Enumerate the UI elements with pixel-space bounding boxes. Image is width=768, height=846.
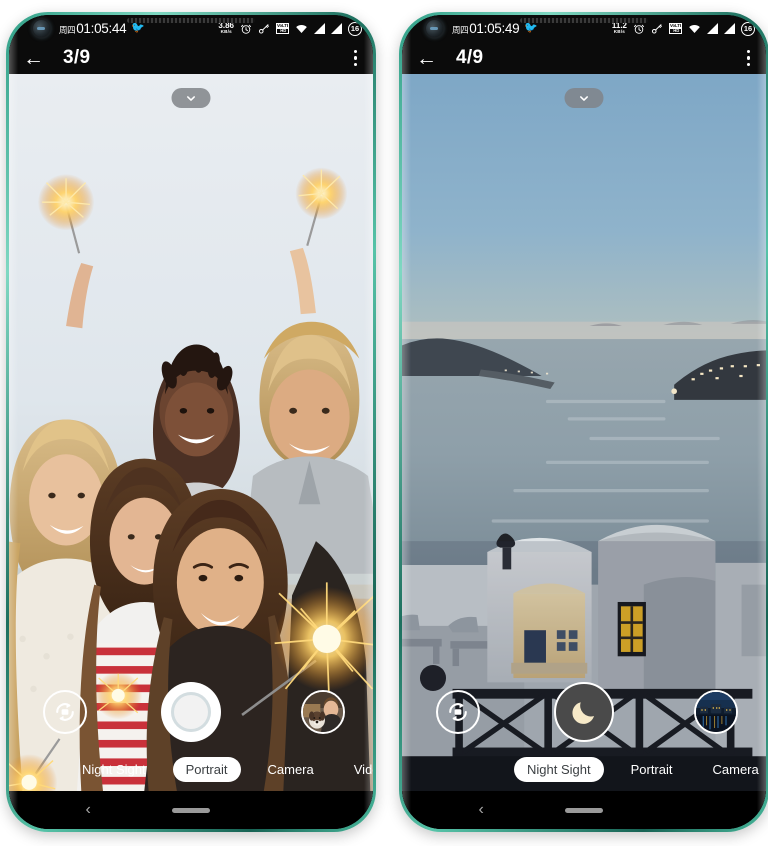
camera-mode-portrait[interactable]: Portrait bbox=[172, 756, 241, 782]
camera-mode-camera[interactable]: Camera bbox=[700, 757, 767, 782]
front-camera-punch-hole-right bbox=[426, 20, 443, 37]
status-clock-group: 周四 01:05:44 bbox=[59, 21, 127, 36]
last-photo-thumbnail[interactable] bbox=[301, 690, 345, 734]
volte-label-bottom-right: HD bbox=[673, 27, 680, 33]
signal-bars-icon-right bbox=[707, 23, 718, 34]
overflow-menu-icon[interactable] bbox=[352, 48, 359, 68]
status-time-right: 01:05:49 bbox=[469, 21, 520, 36]
alarm-clock-icon-right bbox=[634, 24, 644, 34]
last-photo-thumbnail-right[interactable] bbox=[694, 690, 738, 734]
status-icons: 3.86 KB/s VoLTE HD 16 bbox=[218, 21, 362, 36]
camera-viewfinder-right[interactable]: Night Sight Portrait Camera bbox=[402, 74, 766, 791]
system-nav-bar-right: ‹ bbox=[402, 791, 766, 829]
system-nav-bar: ‹ bbox=[9, 791, 373, 829]
bird-icon: 🐦 bbox=[131, 22, 146, 34]
battery-level: 16 bbox=[350, 24, 360, 33]
network-speed-indicator-right: 11.2 KB/s bbox=[612, 22, 627, 35]
collapse-chevron-button[interactable] bbox=[171, 88, 211, 108]
phone-bezel-left: 周四 01:05:44 🐦 3.86 KB/s VoLTE HD 16 ← 3/… bbox=[9, 15, 373, 829]
network-speed-unit: KB/s bbox=[220, 29, 232, 35]
wifi-icon bbox=[296, 25, 307, 33]
camera-flip-button-right[interactable] bbox=[436, 690, 480, 734]
alarm-clock-icon bbox=[241, 24, 251, 34]
overflow-menu-icon-right[interactable] bbox=[745, 48, 752, 68]
signal-bars-icon bbox=[314, 23, 325, 34]
nav-back-chevron-right[interactable]: ‹ bbox=[478, 802, 483, 818]
arrow-left-icon[interactable]: ← bbox=[23, 48, 49, 69]
night-cityscape-thumbnail-image bbox=[696, 692, 736, 732]
signal-bars-icon-secondary-right bbox=[724, 23, 735, 34]
chevron-down-icon bbox=[187, 95, 195, 101]
camera-viewfinder-left[interactable]: Night Sight Portrait Camera Video bbox=[9, 74, 373, 791]
camera-flip-icon bbox=[56, 703, 74, 721]
volte-icon-right: VoLTE HD bbox=[669, 23, 682, 34]
phone-screen-right: 周四 01:05:49 🐦 11.2 KB/s VoLTE HD 16 ← 4/… bbox=[402, 15, 766, 829]
camera-mode-camera[interactable]: Camera bbox=[255, 757, 327, 782]
earpiece-speaker-right bbox=[520, 18, 648, 23]
camera-flip-button[interactable] bbox=[43, 690, 87, 734]
page-title: 3/9 bbox=[63, 47, 91, 68]
screenshot-canvas: 周四 01:05:44 🐦 3.86 KB/s VoLTE HD 16 ← 3/… bbox=[0, 0, 768, 846]
front-camera-punch-hole bbox=[33, 20, 50, 37]
wifi-icon-right bbox=[689, 25, 700, 33]
camera-mode-portrait[interactable]: Portrait bbox=[618, 757, 686, 782]
status-weekday: 周四 bbox=[59, 25, 76, 35]
phone-bezel-right: 周四 01:05:49 🐦 11.2 KB/s VoLTE HD 16 ← 4/… bbox=[402, 15, 766, 829]
bird-icon-right: 🐦 bbox=[524, 22, 539, 34]
camera-mode-video[interactable]: Video bbox=[341, 757, 373, 782]
status-clock-group-right: 周四 01:05:49 bbox=[452, 21, 520, 36]
battery-indicator-right: 16 bbox=[741, 21, 755, 36]
volte-label-bottom: HD bbox=[280, 27, 287, 33]
signal-bars-icon-secondary bbox=[331, 23, 342, 34]
arrow-left-icon-right[interactable]: ← bbox=[416, 48, 442, 69]
phone-screen-left: 周四 01:05:44 🐦 3.86 KB/s VoLTE HD 16 ← 3/… bbox=[9, 15, 373, 829]
camera-mode-strip-right[interactable]: Night Sight Portrait Camera bbox=[402, 755, 766, 783]
volte-icon: VoLTE HD bbox=[276, 23, 289, 34]
network-speed-unit-right: KB/s bbox=[613, 29, 626, 35]
network-speed-indicator: 3.86 KB/s bbox=[218, 22, 234, 35]
home-pill[interactable] bbox=[172, 807, 210, 813]
chevron-down-icon-right bbox=[580, 95, 588, 101]
phone-device-right: 周四 01:05:49 🐦 11.2 KB/s VoLTE HD 16 ← 4/… bbox=[399, 12, 768, 832]
collapse-chevron-button-right[interactable] bbox=[564, 88, 604, 108]
page-title-right: 4/9 bbox=[456, 47, 484, 68]
camera-mode-night-sight[interactable]: Night Sight bbox=[69, 757, 159, 782]
home-pill-right[interactable] bbox=[565, 807, 603, 813]
status-icons-right: 11.2 KB/s VoLTE HD 16 bbox=[612, 21, 755, 36]
battery-indicator: 16 bbox=[348, 21, 362, 36]
key-icon-right bbox=[651, 23, 662, 34]
status-weekday-right: 周四 bbox=[452, 25, 469, 35]
nav-back-chevron[interactable]: ‹ bbox=[85, 802, 90, 818]
woman-with-dog-thumbnail-image bbox=[303, 692, 343, 732]
key-icon bbox=[258, 23, 269, 34]
app-title-bar-right: ← 4/9 bbox=[402, 42, 766, 74]
phone-device-left: 周四 01:05:44 🐦 3.86 KB/s VoLTE HD 16 ← 3/… bbox=[6, 12, 376, 832]
camera-controls-row-right bbox=[402, 679, 766, 745]
shutter-button[interactable] bbox=[161, 682, 221, 742]
camera-mode-strip[interactable]: Night Sight Portrait Camera Video bbox=[9, 755, 373, 783]
shutter-button-night-sight[interactable] bbox=[554, 682, 614, 742]
status-time: 01:05:44 bbox=[76, 21, 127, 36]
camera-controls-row bbox=[9, 679, 373, 745]
camera-flip-icon-right bbox=[449, 703, 467, 721]
app-title-bar: ← 3/9 bbox=[9, 42, 373, 74]
moon-icon bbox=[572, 702, 594, 724]
battery-level-right: 16 bbox=[743, 24, 753, 33]
camera-mode-night-sight[interactable]: Night Sight bbox=[514, 756, 604, 782]
shutter-inner-ring bbox=[171, 692, 211, 732]
earpiece-speaker bbox=[127, 18, 255, 23]
